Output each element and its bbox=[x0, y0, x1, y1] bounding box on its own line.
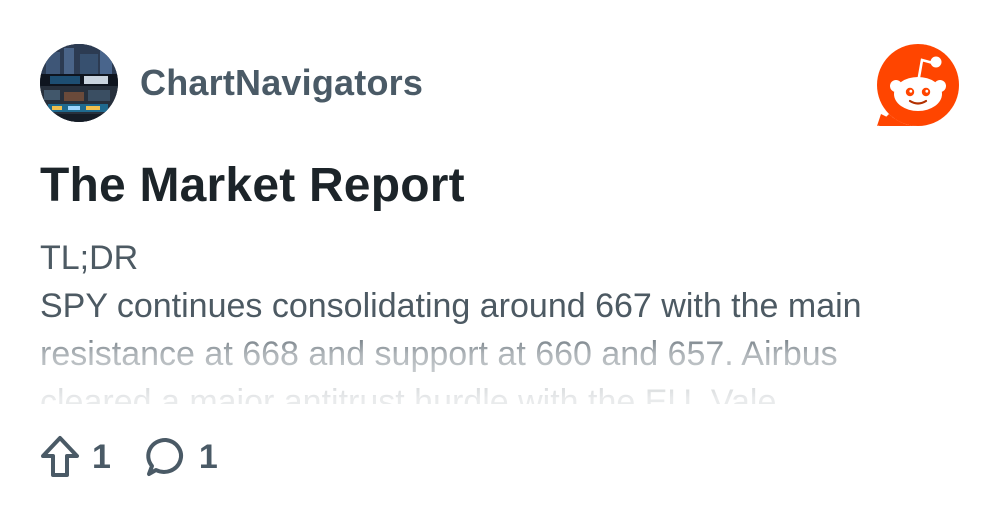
comment-button[interactable]: 1 bbox=[145, 436, 218, 478]
upvote-arrow-icon bbox=[41, 436, 79, 477]
post-header: ChartNavigators bbox=[40, 44, 423, 122]
upvote-count: 1 bbox=[92, 437, 111, 476]
reddit-logo-icon[interactable] bbox=[873, 40, 963, 130]
author-name[interactable]: ChartNavigators bbox=[140, 62, 423, 104]
body-line: cleared a major antitrust hurdle with th… bbox=[40, 383, 777, 404]
body-line: TL;DR bbox=[40, 239, 139, 277]
comment-bubble-icon bbox=[146, 438, 183, 476]
post-card[interactable]: ChartNavigators The Market Report TL;DR … bbox=[0, 0, 1000, 521]
author-avatar[interactable] bbox=[40, 44, 118, 122]
upvote-button[interactable]: 1 bbox=[40, 435, 111, 479]
post-title[interactable]: The Market Report bbox=[40, 158, 465, 213]
body-line: SPY continues consolidating around 667 w… bbox=[40, 287, 862, 325]
comment-count: 1 bbox=[198, 437, 218, 476]
stock-exchange-avatar-image bbox=[40, 44, 118, 122]
post-actions: 1 1 bbox=[40, 432, 252, 482]
body-line: resistance at 668 and support at 660 and… bbox=[40, 335, 838, 373]
post-body-preview[interactable]: TL;DR SPY continues consolidating around… bbox=[40, 234, 970, 404]
